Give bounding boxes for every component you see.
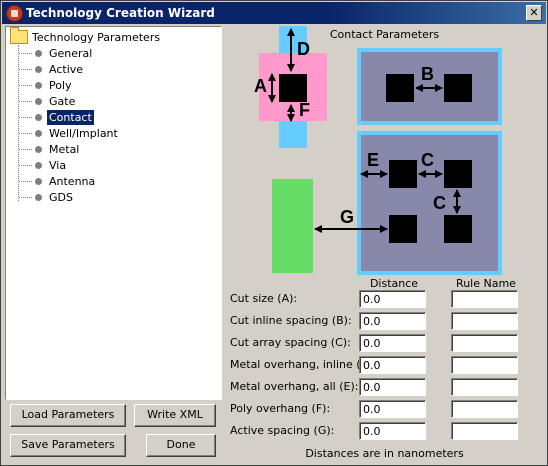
active-spacing-distance-input[interactable]: 0.0 xyxy=(359,422,426,440)
tree-item-gds[interactable]: GDS xyxy=(19,189,75,205)
tree-item-via[interactable]: Via xyxy=(19,157,68,173)
bullet-icon xyxy=(35,81,42,89)
label-g: G xyxy=(340,207,354,227)
tree-item-label: Contact xyxy=(46,108,95,126)
metal-overhang-all-label: Metal overhang, all (E): xyxy=(230,380,359,393)
folder-icon xyxy=(10,27,28,44)
label-f: F xyxy=(299,100,310,120)
tree-item-gate[interactable]: Gate xyxy=(19,93,77,109)
close-button[interactable]: ✕ xyxy=(526,5,542,21)
bullet-icon xyxy=(35,65,42,73)
tree-item-poly[interactable]: Poly xyxy=(19,77,74,93)
bullet-icon xyxy=(35,49,42,57)
array-cut-1 xyxy=(389,160,417,188)
bullet-icon xyxy=(35,113,42,121)
tree-item-label: General xyxy=(49,46,93,60)
rule-name-column-header: Rule Name xyxy=(456,277,516,290)
cut-right-shape xyxy=(444,74,472,102)
tree-item-contact[interactable]: Contact xyxy=(19,108,95,126)
tree-item-label: Via xyxy=(49,158,67,172)
cut-left-shape xyxy=(386,74,414,102)
load-parameters-button[interactable]: Load Parameters xyxy=(10,404,126,427)
tree-connector xyxy=(19,132,32,134)
cut-array-spacing-rule-name-input[interactable] xyxy=(451,334,518,352)
tree-connector xyxy=(19,164,32,166)
tree-connector xyxy=(19,100,32,102)
active-spacing-label: Active spacing (G): xyxy=(230,424,335,437)
tree-item-metal[interactable]: Metal xyxy=(19,141,81,157)
wizard-window: Technology Creation Wizard ✕ Technology … xyxy=(0,0,548,466)
poly-overhang-rule-name-input[interactable] xyxy=(451,400,518,418)
cut-size-distance-input[interactable]: 0.0 xyxy=(359,290,426,308)
metal-overhang-inline-distance-input[interactable]: 0.0 xyxy=(359,356,426,374)
label-c-vertical: C xyxy=(433,193,446,213)
tree-item-label: Metal xyxy=(49,142,80,156)
active-spacing-rule-name-input[interactable] xyxy=(451,422,518,440)
cut-array-spacing-label: Cut array spacing (C): xyxy=(230,336,351,349)
bullet-icon xyxy=(35,97,42,105)
tree-item-antenna[interactable]: Antenna xyxy=(19,173,97,189)
tree-root[interactable]: Technology Parameters xyxy=(10,27,161,45)
tree-item-label: Active xyxy=(49,62,84,76)
write-xml-button[interactable]: Write XML xyxy=(134,404,216,427)
cut-inline-spacing-rule-name-input[interactable] xyxy=(451,312,518,330)
bullet-icon xyxy=(35,129,42,137)
tree-root-label: Technology Parameters xyxy=(32,30,161,44)
tree-connector xyxy=(19,52,32,54)
metal-overhang-all-distance-input[interactable]: 0.0 xyxy=(359,378,426,396)
tree-connector xyxy=(19,84,32,86)
bullet-icon xyxy=(35,161,42,169)
label-a: A xyxy=(254,76,267,96)
window-title: Technology Creation Wizard xyxy=(26,6,215,20)
contact-cut-shape xyxy=(279,74,307,102)
array-cut-3 xyxy=(389,215,417,243)
parameter-tree[interactable]: Technology Parameters General Active Poly G… xyxy=(5,26,222,400)
app-icon xyxy=(6,5,23,22)
poly-overhang-distance-input[interactable]: 0.0 xyxy=(359,400,426,418)
inline-spacing-box xyxy=(357,48,502,125)
cut-inline-spacing-label: Cut inline spacing (B): xyxy=(230,314,352,327)
poly-overhang-label: Poly overhang (F): xyxy=(230,402,331,415)
tree-connector xyxy=(19,196,32,198)
tree-item-well-implant[interactable]: Well/Implant xyxy=(19,125,120,141)
label-c: C xyxy=(421,150,434,170)
active-layer-shape xyxy=(272,179,313,273)
tree-item-label: Poly xyxy=(49,78,72,92)
units-note: Distances are in nanometers xyxy=(305,447,464,460)
contact-parameters-panel: Contact Parameters D A F B E C C G Dista… xyxy=(225,26,544,462)
title-bar: Technology Creation Wizard ✕ xyxy=(2,2,546,24)
tree-item-label: Gate xyxy=(49,94,76,108)
tree-item-label: GDS xyxy=(49,190,73,204)
tree-connector xyxy=(19,68,32,70)
label-d: D xyxy=(297,39,310,59)
label-b: B xyxy=(421,64,434,84)
tree-item-label: Well/Implant xyxy=(49,126,118,140)
done-button[interactable]: Done xyxy=(146,434,216,457)
cut-inline-spacing-distance-input[interactable]: 0.0 xyxy=(359,312,426,330)
distance-column-header: Distance xyxy=(369,277,419,290)
metal-overhang-inline-rule-name-input[interactable] xyxy=(451,356,518,374)
cut-size-label: Cut size (A): xyxy=(230,292,298,305)
bullet-icon xyxy=(35,177,42,185)
array-cut-2 xyxy=(444,160,472,188)
label-e: E xyxy=(367,150,379,170)
contact-rules-diagram: D A F B E C C G xyxy=(254,26,502,275)
bullet-icon xyxy=(35,193,42,201)
tree-item-label: Antenna xyxy=(49,174,96,188)
tree-item-general[interactable]: General xyxy=(19,45,94,61)
metal-overhang-inline-label: Metal overhang, inline (D): xyxy=(230,358,377,371)
tree-item-active[interactable]: Active xyxy=(19,61,85,77)
bullet-icon xyxy=(35,145,42,153)
tree-connector xyxy=(19,116,32,118)
tree-connector xyxy=(19,148,32,150)
metal-overhang-all-rule-name-input[interactable] xyxy=(451,378,518,396)
cut-size-rule-name-input[interactable] xyxy=(451,290,518,308)
save-parameters-button[interactable]: Save Parameters xyxy=(10,434,126,457)
tree-connector xyxy=(19,180,32,182)
cut-array-spacing-distance-input[interactable]: 0.0 xyxy=(359,334,426,352)
array-cut-4 xyxy=(444,215,472,243)
